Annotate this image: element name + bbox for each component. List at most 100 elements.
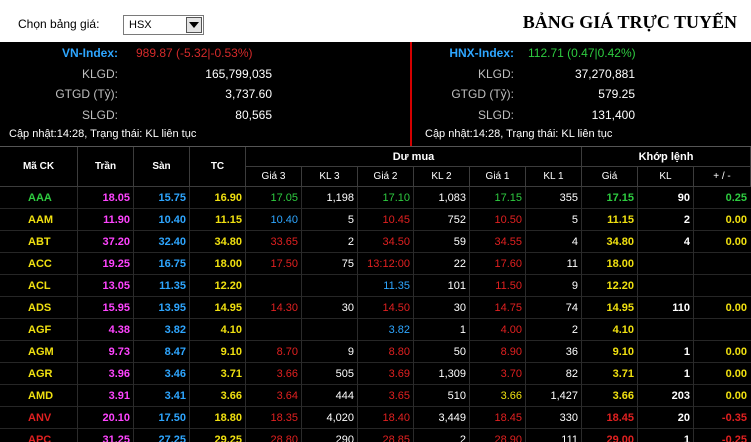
- table-row[interactable]: AGM 9.73 8.47 9.10 8.70 9 8.80 50 8.90 36 9.10 1 0.0…: [0, 341, 751, 363]
- cell-g2: 11.35: [383, 280, 410, 292]
- col-header-kl[interactable]: KL: [638, 167, 694, 187]
- cell-sym[interactable]: AMD: [0, 385, 78, 407]
- col-header-kl3[interactable]: KL 3: [302, 167, 358, 187]
- column-divider: [525, 341, 526, 363]
- col-header-price[interactable]: Giá: [582, 167, 638, 187]
- col-header-change[interactable]: + / -: [694, 167, 751, 187]
- cell-g3: 3.64: [276, 390, 298, 402]
- column-divider: [581, 407, 582, 429]
- cell-price: 12.20: [606, 280, 634, 292]
- cell-sym[interactable]: APC: [0, 429, 78, 442]
- column-divider: [245, 429, 246, 442]
- cell-kl3: 5: [347, 214, 354, 226]
- chevron-down-icon[interactable]: [186, 17, 202, 33]
- cell-floor: 15.75: [158, 192, 186, 204]
- cell-sym[interactable]: AGF: [0, 319, 78, 341]
- cell-ref: 11.15: [215, 214, 242, 226]
- column-divider: [413, 297, 414, 319]
- cell-chg: 0.00: [725, 346, 747, 358]
- column-divider: [189, 341, 190, 363]
- cell-kl1: 4: [571, 236, 578, 248]
- column-divider: [357, 209, 358, 231]
- vn-status: Cập nhật:14:28, Trạng thái: KL liên tục: [9, 128, 197, 140]
- cell-sym[interactable]: AGM: [0, 341, 78, 363]
- table-row[interactable]: AAM 11.90 10.40 11.15 10.40 5 10.45 752 10.50 5 11…: [0, 209, 751, 231]
- cell-g1: 8.90: [500, 346, 522, 358]
- cell-kl3: 444: [335, 390, 354, 402]
- cell-price: 14.95: [606, 302, 634, 314]
- col-header-g3[interactable]: Giá 3: [246, 167, 302, 187]
- column-divider: [469, 429, 470, 442]
- column-divider: [581, 297, 582, 319]
- column-divider: [77, 209, 78, 231]
- cell-floor: 27.25: [158, 434, 186, 442]
- table-row[interactable]: AGR 3.96 3.46 3.71 3.66 505 3.69 1,309 3.70 82 3.7…: [0, 363, 751, 385]
- cell-sym[interactable]: ACL: [0, 275, 78, 297]
- cell-kl3: 2: [347, 236, 354, 248]
- table-row[interactable]: APC 31.25 27.25 29.25 28.80 290 28.85 2 28.90 111…: [0, 429, 751, 442]
- cell-g3: 18.35: [270, 412, 298, 424]
- col-header-g2[interactable]: Giá 2: [358, 167, 414, 187]
- cell-g3: 8.70: [276, 346, 298, 358]
- table-row[interactable]: AGF 4.38 3.82 4.10 3.82 1 4.00 2 4.10: [0, 319, 751, 341]
- cell-sym[interactable]: AAM: [0, 209, 78, 231]
- column-divider: [301, 429, 302, 442]
- cell-g3: 10.40: [270, 214, 298, 226]
- cell-kl3: 505: [335, 368, 354, 380]
- column-divider: [693, 407, 694, 429]
- cell-sym[interactable]: AGR: [0, 363, 78, 385]
- cell-sym[interactable]: ANV: [0, 407, 78, 429]
- cell-kl3: [302, 275, 358, 297]
- cell-ceil: 31.25: [102, 434, 130, 442]
- column-divider: [189, 429, 190, 442]
- table-row[interactable]: AAA 18.05 15.75 16.90 17.05 1,198 17.10 1,083 17…: [0, 187, 751, 209]
- board-select[interactable]: HSX: [123, 15, 204, 35]
- column-divider: [637, 407, 638, 429]
- column-divider: [637, 385, 638, 407]
- col-header-symbol[interactable]: Mã CK: [0, 147, 78, 187]
- table-row[interactable]: ANV 20.10 17.50 18.80 18.35 4,020 18.40 3,449 18…: [0, 407, 751, 429]
- table-row[interactable]: AMD 3.91 3.41 3.66 3.64 444 3.65 510 3.66 1,427 3.…: [0, 385, 751, 407]
- col-header-floor[interactable]: Sàn: [134, 147, 190, 187]
- col-header-ceil[interactable]: Trần: [78, 147, 134, 187]
- cell-sym[interactable]: AAA: [0, 187, 78, 209]
- cell-ceil: 15.95: [102, 302, 130, 314]
- cell-sym[interactable]: ABT: [0, 231, 78, 253]
- cell-ref: 3.66: [220, 390, 242, 402]
- cell-floor: 32.40: [158, 236, 186, 248]
- cell-ceil: 13.05: [102, 280, 130, 292]
- col-header-kl1[interactable]: KL 1: [526, 167, 582, 187]
- column-divider: [469, 187, 470, 209]
- cell-sym[interactable]: ADS: [0, 297, 78, 319]
- column-divider: [133, 187, 134, 209]
- col-header-g1[interactable]: Giá 1: [470, 167, 526, 187]
- column-divider: [357, 341, 358, 363]
- column-divider: [301, 209, 302, 231]
- cell-g3: [246, 319, 302, 341]
- col-header-ref[interactable]: TC: [190, 147, 246, 187]
- column-divider: [693, 429, 694, 442]
- table-row[interactable]: ACL 13.05 11.35 12.20 11.35 101 11.50 9 12.20: [0, 275, 751, 297]
- cell-kl2: 1: [459, 324, 466, 336]
- cell-chg: [694, 319, 751, 341]
- cell-kl2: 22: [453, 258, 466, 270]
- col-header-kl2[interactable]: KL 2: [414, 167, 470, 187]
- column-divider: [245, 319, 246, 341]
- table-row[interactable]: ACC 19.25 16.75 18.00 17.50 75 13:12:00 22 17.60…: [0, 253, 751, 275]
- column-divider: [77, 385, 78, 407]
- hnx-slgd-label: SLGD:: [477, 108, 514, 122]
- cell-g3: 17.50: [270, 258, 298, 270]
- cell-sym[interactable]: ACC: [0, 253, 78, 275]
- cell-floor: 13.95: [158, 302, 186, 314]
- column-divider: [77, 429, 78, 442]
- column-divider: [581, 209, 582, 231]
- table-row[interactable]: ABT 37.20 32.40 34.80 33.65 2 34.50 59 34.55 4 34.…: [0, 231, 751, 253]
- column-divider: [133, 275, 134, 297]
- column-divider: [581, 231, 582, 253]
- cell-g1: 34.55: [494, 236, 522, 248]
- column-divider: [469, 253, 470, 275]
- cell-g2: 3.65: [388, 390, 410, 402]
- table-row[interactable]: ADS 15.95 13.95 14.95 14.30 30 14.50 30 14.75 74 1…: [0, 297, 751, 319]
- vn-slgd-label: SLGD:: [81, 108, 118, 122]
- cell-kl: 4: [683, 236, 690, 248]
